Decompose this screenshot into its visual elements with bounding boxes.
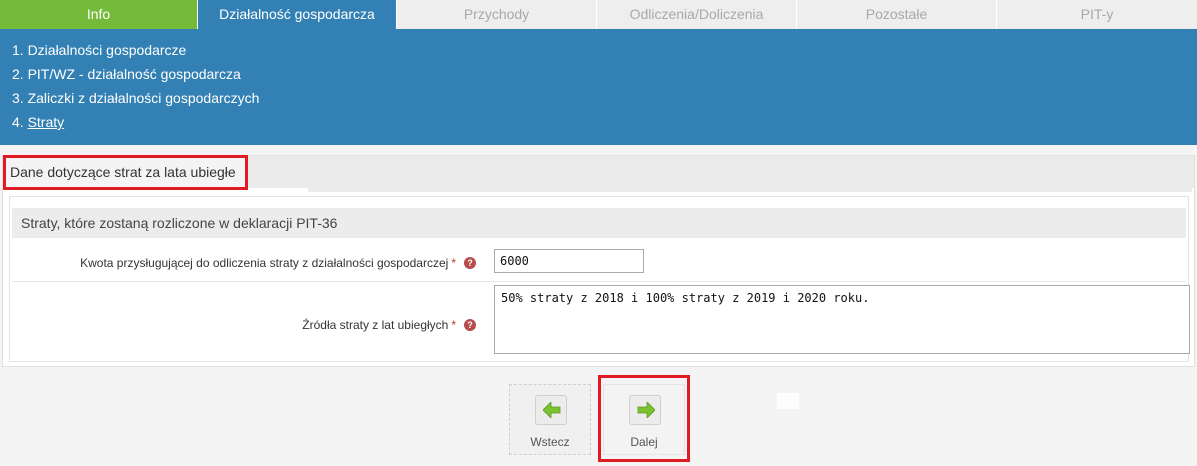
form-row-amount: Kwota przysługującej do odliczenia strat… xyxy=(12,241,1186,282)
tab-deductions[interactable]: Odliczenia/Doliczenia xyxy=(597,0,797,29)
subnav-item-business-activities[interactable]: 1. Działalności gospodarcze xyxy=(12,41,1197,65)
subnav-item-advances[interactable]: 3. Zaliczki z działalności gospodarczych xyxy=(12,89,1197,113)
panel-header: Dane dotyczące strat za lata ubiegłe xyxy=(3,156,1194,188)
subnav-item-label: 3. Zaliczki z działalności gospodarczych xyxy=(12,90,260,106)
form-row-sources: Źródła straty z lat ubiegłych * ? 50% str… xyxy=(12,282,1190,357)
sources-label-text: Źródła straty z lat ubiegłych xyxy=(302,318,449,332)
sub-navigation: 1. Działalności gospodarcze 2. PIT/WZ - … xyxy=(0,29,1197,145)
subnav-item-losses[interactable]: 4. Straty xyxy=(12,113,1197,137)
form-subtitle: Straty, które zostaną rozliczone w dekla… xyxy=(12,208,1186,238)
tab-pit-forms[interactable]: PIT-y xyxy=(997,0,1197,29)
tab-other[interactable]: Pozostałe xyxy=(797,0,997,29)
back-button-label: Wstecz xyxy=(530,435,570,449)
help-icon[interactable]: ? xyxy=(464,319,476,331)
app-root: Info Działalność gospodarcza Przychody O… xyxy=(0,0,1197,466)
subnav-item-pit-wz[interactable]: 2. PIT/WZ - działalność gospodarcza xyxy=(12,65,1197,89)
blank-patch xyxy=(777,393,799,409)
help-icon[interactable]: ? xyxy=(464,257,476,269)
losses-panel: Dane dotyczące strat za lata ubiegłe Str… xyxy=(2,155,1195,367)
subnav-item-label: 2. PIT/WZ - działalność gospodarcza xyxy=(12,66,241,82)
tab-business-activity[interactable]: Działalność gospodarcza xyxy=(198,0,397,29)
subnav-item-label: 1. Działalności gospodarcze xyxy=(12,42,187,58)
required-marker: * xyxy=(451,256,456,270)
subnav-item-label: Straty xyxy=(27,114,65,130)
next-button[interactable]: Dalej xyxy=(603,384,685,455)
tab-info[interactable]: Info xyxy=(0,0,198,29)
main-tabs: Info Działalność gospodarcza Przychody O… xyxy=(0,0,1197,29)
amount-label-text: Kwota przysługującej do odliczenia strat… xyxy=(80,256,449,270)
sources-textarea[interactable]: 50% straty z 2018 i 100% straty z 2019 i… xyxy=(494,285,1190,354)
subnav-item-number: 4. xyxy=(12,114,24,130)
section-title[interactable]: Dane dotyczące strat za lata ubiegłe xyxy=(3,156,247,188)
required-marker: * xyxy=(451,318,456,332)
amount-input[interactable] xyxy=(494,249,644,273)
losses-form: Straty, które zostaną rozliczone w dekla… xyxy=(9,196,1190,362)
tab-income[interactable]: Przychody xyxy=(397,0,597,29)
back-button[interactable]: Wstecz xyxy=(509,384,591,455)
arrow-right-icon xyxy=(629,395,661,425)
arrow-left-icon xyxy=(535,395,567,425)
panel-header-underline xyxy=(308,188,1192,192)
sources-field-label: Źródła straty z lat ubiegłych * xyxy=(302,318,456,332)
next-button-label: Dalej xyxy=(630,435,658,449)
amount-field-label: Kwota przysługującej do odliczenia strat… xyxy=(80,256,456,270)
